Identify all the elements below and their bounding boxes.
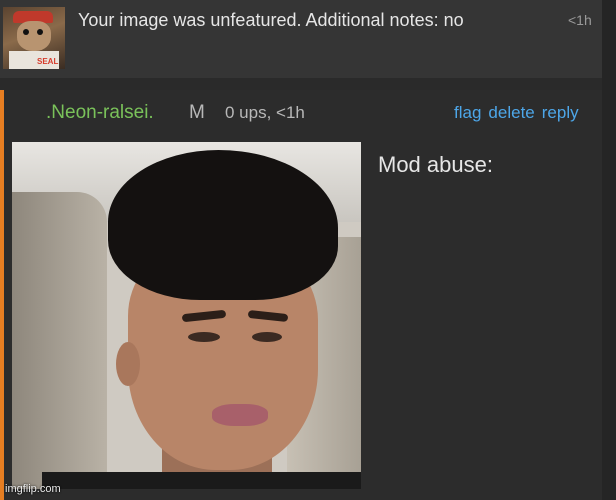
divider xyxy=(0,78,602,90)
photo-ear xyxy=(116,342,140,386)
notification-text: Your image was unfeatured. Additional no… xyxy=(78,10,464,30)
reply-link[interactable]: reply xyxy=(542,103,579,122)
thumbnail-eye xyxy=(23,29,29,35)
comment-text: Mod abuse: xyxy=(378,152,493,177)
photo-eye xyxy=(252,332,282,342)
delete-link[interactable]: delete xyxy=(488,103,534,122)
photo-lips xyxy=(212,404,268,426)
photo-car-seat xyxy=(12,192,107,489)
notification-thumbnail[interactable]: SEAL xyxy=(3,7,65,69)
photo-hair xyxy=(108,150,338,300)
comment-username[interactable]: .Neon-ralsei. xyxy=(46,102,154,124)
comment-meta: 0 ups, <1h xyxy=(225,103,305,122)
scrollbar-track[interactable] xyxy=(602,0,616,500)
watermark: imgflip.com xyxy=(5,483,61,495)
comment: .Neon-ralsei. M 0 ups, <1h flag delete rep… xyxy=(0,90,602,500)
flag-link[interactable]: flag xyxy=(454,103,481,122)
comment-image[interactable] xyxy=(12,142,361,489)
thumbnail-eye xyxy=(37,29,43,35)
comment-accent-bar xyxy=(0,90,4,500)
photo-eye xyxy=(188,332,220,342)
mod-badge: M xyxy=(189,102,205,123)
thumbnail-face xyxy=(17,21,51,51)
photo-shirt xyxy=(42,472,361,489)
comment-actions: flag delete reply xyxy=(454,103,579,123)
thumbnail-label: SEAL xyxy=(37,57,59,66)
notification-row[interactable]: SEAL Your image was unfeatured. Addition… xyxy=(0,0,602,78)
notification-time: <1h xyxy=(568,12,592,28)
